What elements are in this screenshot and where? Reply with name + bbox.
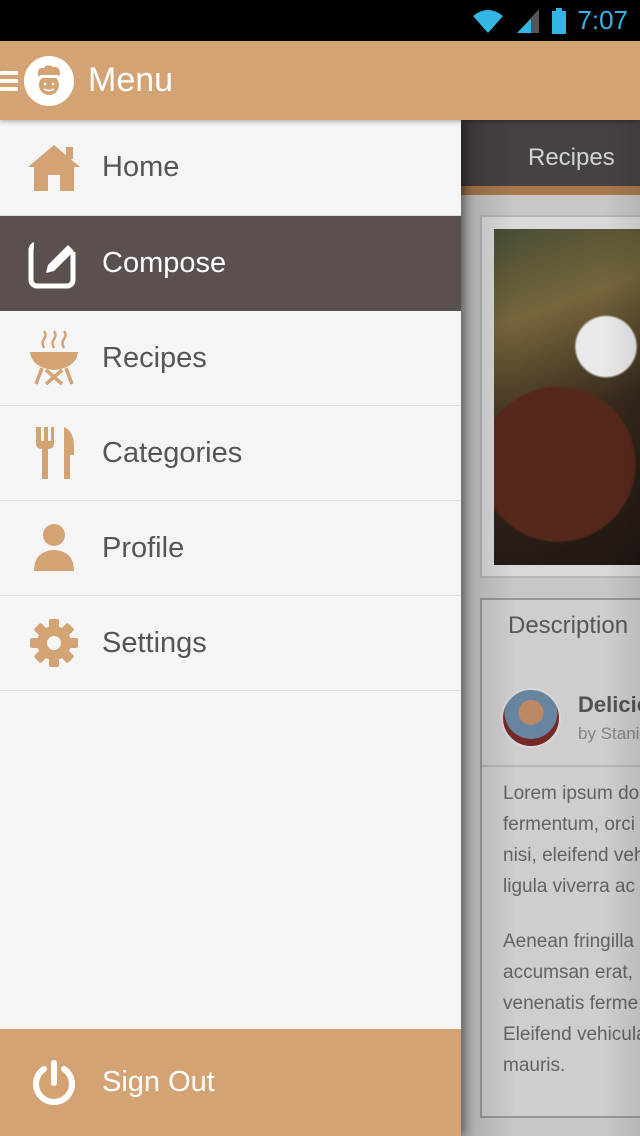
status-time: 7:07 (577, 5, 628, 35)
tab-indicator (461, 186, 640, 195)
recipe-detail-background: Recipes Description Delicio by Stani Lor… (461, 120, 640, 1136)
description-line: Eleifend vehicula (503, 1024, 640, 1045)
power-icon (26, 1055, 82, 1111)
author-byline: by Stani (578, 724, 640, 743)
home-icon (26, 140, 82, 196)
author-avatar[interactable] (501, 688, 561, 748)
description-line: accumsan erat, (503, 962, 633, 983)
tab-description[interactable]: Description (508, 612, 628, 640)
navigation-drawer: Home Compose Recipes Categories Profile … (0, 120, 461, 1136)
action-bar: Menu (0, 41, 640, 120)
drawer-item-label: Recipes (102, 341, 207, 374)
recipe-photo-card (480, 215, 640, 578)
compose-icon (26, 235, 82, 291)
description-line: nisi, eleifend veh (503, 845, 640, 866)
drawer-item-label: Categories (102, 436, 243, 469)
drawer-item-settings[interactable]: Settings (0, 596, 461, 691)
wifi-icon (473, 9, 504, 33)
description-line: ligula viverra ac (503, 876, 635, 897)
sign-out-label: Sign Out (102, 1066, 215, 1098)
battery-icon (552, 7, 567, 34)
drawer-item-home[interactable]: Home (0, 120, 461, 216)
chef-hat-icon (37, 64, 60, 95)
description-card: Description Delicio by Stani Lorem ipsum… (480, 598, 640, 1118)
description-line: mauris. (503, 1055, 566, 1076)
description-line: fermentum, orci (503, 814, 635, 835)
description-line: venenatis ferme (503, 993, 639, 1014)
recipe-tab-bar: Recipes (461, 120, 640, 195)
description-line: Lorem ipsum do (503, 783, 640, 804)
drawer-item-recipes[interactable]: Recipes (0, 311, 461, 406)
person-icon (26, 520, 82, 576)
recipe-photo[interactable] (494, 229, 640, 565)
action-bar-title: Menu (88, 61, 174, 99)
drawer-item-profile[interactable]: Profile (0, 501, 461, 596)
utensils-icon (26, 425, 82, 481)
recipe-title: Delicio (578, 692, 640, 717)
screen: 7:07 Menu Recipes Description Delici by … (0, 0, 640, 1136)
drawer-item-label: Home (102, 151, 180, 183)
description-line: Aenean fringilla (503, 931, 634, 952)
signal-icon (517, 8, 540, 33)
drawer-item-categories[interactable]: Categories (0, 406, 461, 501)
drawer-item-label: Settings (102, 626, 207, 659)
tab-recipes[interactable]: Recipes (528, 144, 615, 172)
drawer-item-compose[interactable]: Compose (0, 216, 461, 311)
drawer-item-label: Compose (102, 246, 227, 279)
chef-logo[interactable] (24, 55, 74, 106)
grill-icon (26, 330, 82, 386)
gear-icon (26, 615, 82, 671)
divider (482, 765, 640, 767)
status-bar: 7:07 (0, 0, 640, 41)
drawer-item-label: Profile (102, 531, 185, 564)
sign-out-button[interactable]: Sign Out (0, 1029, 461, 1136)
menu-toggle-icon[interactable] (0, 70, 18, 91)
